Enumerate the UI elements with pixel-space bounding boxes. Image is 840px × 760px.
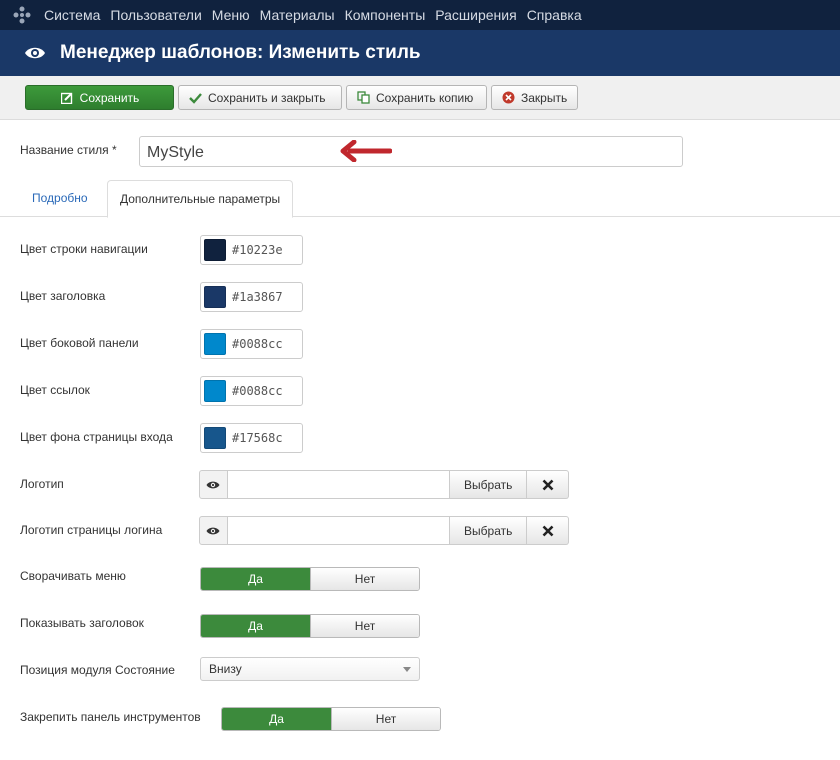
logo-label: Логотип	[20, 477, 64, 491]
status-position-value: Внизу	[209, 662, 242, 676]
link-color-input[interactable]: #0088cc	[200, 376, 303, 406]
edit-icon	[60, 91, 74, 105]
close-circle-icon	[501, 91, 515, 105]
sidebar-color-input[interactable]: #0088cc	[200, 329, 303, 359]
sidebar-color-label: Цвет боковой панели	[20, 336, 139, 350]
page-title: Менеджер шаблонов: Изменить стиль	[60, 42, 421, 63]
close-button[interactable]: Закрыть	[491, 85, 578, 110]
chevron-down-icon	[403, 667, 411, 672]
tab-advanced[interactable]: Дополнительные параметры	[107, 180, 294, 218]
tab-details[interactable]: Подробно	[20, 180, 100, 217]
login-logo-label: Логотип страницы логина	[20, 523, 163, 537]
color-hex: #1a3867	[232, 290, 283, 304]
color-hex: #0088cc	[232, 384, 283, 398]
menu-item-menus[interactable]: Меню	[212, 0, 250, 30]
color-swatch	[204, 380, 226, 402]
save-and-close-label: Сохранить и закрыть	[208, 90, 326, 105]
close-button-label: Закрыть	[521, 90, 568, 105]
style-name-label: Название стиля *	[20, 143, 117, 157]
menu-item-help[interactable]: Справка	[527, 0, 582, 30]
login-logo-select-button[interactable]: Выбрать	[450, 516, 528, 545]
show-header-label: Показывать заголовок	[20, 616, 144, 630]
collapse-menu-toggle: Да Нет	[200, 567, 420, 591]
color-hex: #0088cc	[232, 337, 283, 351]
tab-bar: Подробно Дополнительные параметры	[0, 180, 840, 218]
save-as-copy-button[interactable]: Сохранить копию	[346, 85, 487, 110]
status-position-select[interactable]: Внизу	[200, 657, 420, 681]
top-navbar: Система Пользователи Меню Материалы Комп…	[0, 0, 840, 30]
clear-x-icon	[542, 479, 553, 490]
color-hex: #10223e	[232, 243, 283, 257]
main-menu: Система Пользователи Меню Материалы Комп…	[44, 0, 592, 30]
pin-toolbar-yes[interactable]: Да	[222, 708, 331, 730]
joomla-logo-icon[interactable]	[0, 0, 44, 30]
collapse-menu-yes[interactable]: Да	[201, 568, 310, 590]
color-swatch	[204, 427, 226, 449]
logo-media-field: Выбрать	[199, 470, 569, 499]
eye-icon	[24, 42, 46, 64]
show-header-no[interactable]: Нет	[310, 615, 419, 637]
menu-item-users[interactable]: Пользователи	[110, 0, 201, 30]
collapse-menu-label: Сворачивать меню	[20, 569, 126, 583]
save-button[interactable]: Сохранить	[25, 85, 174, 110]
menu-item-extensions[interactable]: Расширения	[435, 0, 516, 30]
pin-toolbar-toggle: Да Нет	[221, 707, 441, 731]
nav-color-input[interactable]: #10223e	[200, 235, 303, 265]
toolbar: Сохранить Сохранить и закрыть Сохранить …	[0, 76, 840, 120]
save-and-close-button[interactable]: Сохранить и закрыть	[178, 85, 342, 110]
header-color-input[interactable]: #1a3867	[200, 282, 303, 312]
copy-icon	[356, 91, 370, 105]
pin-toolbar-label: Закрепить панель инструментов	[20, 710, 201, 724]
link-color-label: Цвет ссылок	[20, 383, 90, 397]
menu-item-content[interactable]: Материалы	[260, 0, 335, 30]
login-logo-clear-button[interactable]	[527, 516, 569, 545]
color-swatch	[204, 286, 226, 308]
color-swatch	[204, 333, 226, 355]
save-button-label: Сохранить	[79, 90, 140, 105]
login-logo-media-field: Выбрать	[199, 516, 569, 545]
color-hex: #17568c	[232, 431, 283, 445]
menu-item-system[interactable]: Система	[44, 0, 100, 30]
status-position-label: Позиция модуля Состояние	[20, 663, 175, 677]
style-name-input[interactable]: MyStyle	[139, 136, 683, 167]
save-as-copy-label: Сохранить копию	[376, 90, 474, 105]
header-color-label: Цвет заголовка	[20, 289, 106, 303]
red-arrow-icon	[340, 140, 392, 162]
login-bg-color-input[interactable]: #17568c	[200, 423, 303, 453]
page-header: Менеджер шаблонов: Изменить стиль	[0, 30, 840, 76]
login-logo-path-input[interactable]	[227, 516, 451, 545]
show-header-yes[interactable]: Да	[201, 615, 310, 637]
pin-toolbar-no[interactable]: Нет	[331, 708, 440, 730]
menu-item-components[interactable]: Компоненты	[345, 0, 426, 30]
logo-clear-button[interactable]	[527, 470, 569, 499]
logo-select-button[interactable]: Выбрать	[450, 470, 528, 499]
logo-path-input[interactable]	[227, 470, 451, 499]
clear-x-icon	[542, 525, 553, 536]
preview-eye-icon[interactable]	[199, 516, 228, 545]
check-icon	[188, 91, 202, 105]
preview-eye-icon[interactable]	[199, 470, 228, 499]
color-swatch	[204, 239, 226, 261]
nav-color-label: Цвет строки навигации	[20, 242, 148, 256]
show-header-toggle: Да Нет	[200, 614, 420, 638]
collapse-menu-no[interactable]: Нет	[310, 568, 419, 590]
login-bg-color-label: Цвет фона страницы входа	[20, 430, 173, 444]
